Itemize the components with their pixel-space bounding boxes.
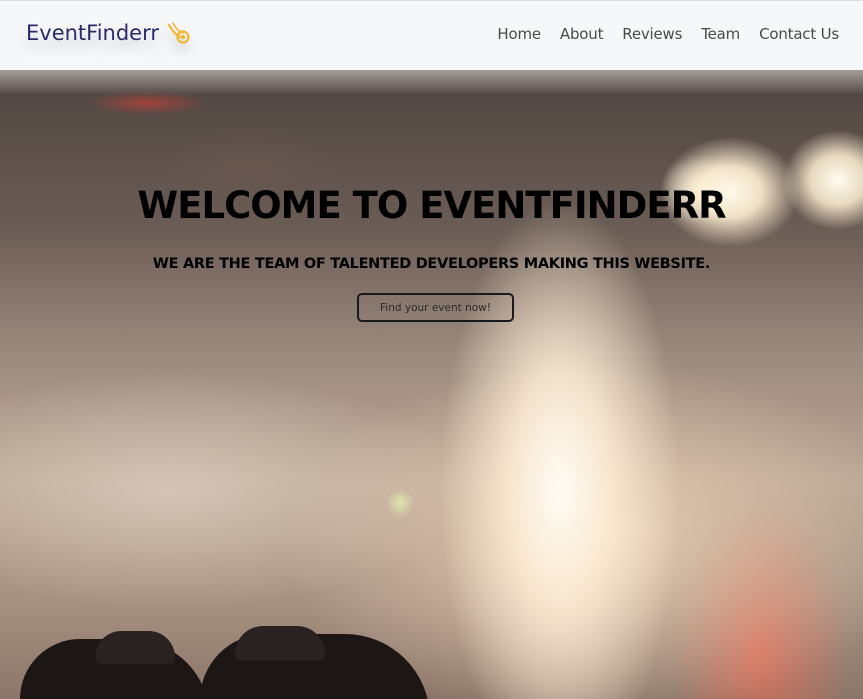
nav-link-contact-us[interactable]: Contact Us xyxy=(759,25,839,43)
nav-links: Home About Reviews Team Contact Us xyxy=(497,25,839,43)
hero-title: WELCOME TO EVENTFINDERR xyxy=(137,184,726,227)
brand-name: EventFinderr xyxy=(26,21,160,45)
comet-icon xyxy=(166,20,192,46)
crowd-knuckle-right xyxy=(235,626,325,661)
brand-logo[interactable]: EventFinderr xyxy=(26,20,192,46)
crowd-knuckle-left xyxy=(95,631,175,664)
nav-link-reviews[interactable]: Reviews xyxy=(622,25,682,43)
navbar: EventFinderr Home About Reviews Team Con… xyxy=(0,0,863,70)
nav-link-team[interactable]: Team xyxy=(701,25,740,43)
hero-subtitle: WE ARE THE TEAM OF TALENTED DEVELOPERS M… xyxy=(152,256,711,272)
nav-link-about[interactable]: About xyxy=(560,25,604,43)
hero-top-fade xyxy=(0,70,863,95)
page: EventFinderr Home About Reviews Team Con… xyxy=(0,0,863,699)
find-event-button[interactable]: Find your event now! xyxy=(357,293,514,322)
nav-link-home[interactable]: Home xyxy=(497,25,541,43)
hero-section: WELCOME TO EVENTFINDERR WE ARE THE TEAM … xyxy=(0,70,863,699)
